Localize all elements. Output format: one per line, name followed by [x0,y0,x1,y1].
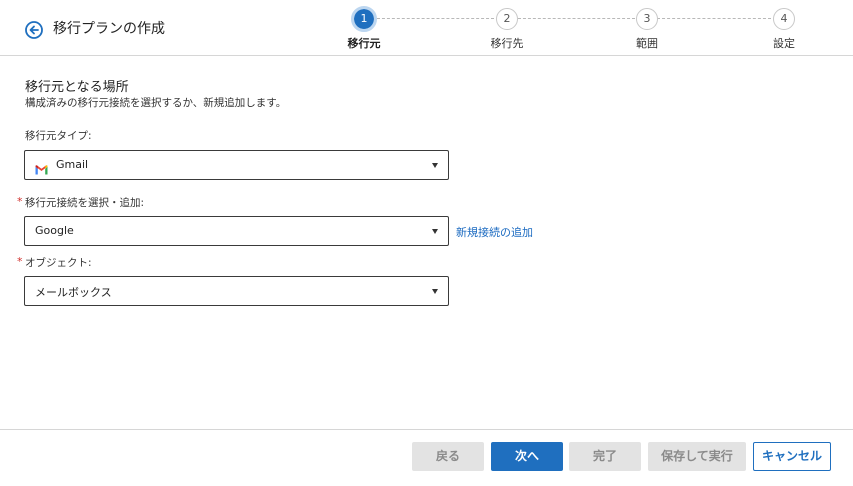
finish-button[interactable]: 完了 [569,442,641,471]
next-button[interactable]: 次へ [491,442,563,471]
source-type-value: Gmail [56,158,89,171]
step-1-circle: 1 [351,6,377,32]
section-title: 移行元となる場所 [25,80,129,95]
object-select[interactable]: メールボックス [24,276,449,306]
connection-value: Google [35,224,74,237]
object-value: メールボックス [35,286,112,299]
dropdown-caret-icon [432,229,438,234]
save-and-run-button[interactable]: 保存して実行 [648,442,746,471]
step-3-circle: 3 [636,8,658,30]
step-3-label: 範囲 [636,37,658,50]
add-connection-link[interactable]: 新規接続の追加 [456,224,533,240]
step-connector [518,18,635,19]
header-bar: 移行プランの作成 1 2 3 4 移行元 移行先 範囲 設定 [0,0,853,56]
dropdown-caret-icon [432,163,438,168]
source-type-select[interactable]: Gmail [24,150,449,180]
step-connector [377,18,494,19]
cancel-button[interactable]: キャンセル [753,442,831,471]
step-1-label: 移行元 [347,37,381,50]
step-2-label: 移行先 [490,37,524,50]
required-marker: * [17,195,23,208]
connection-label: 移行元接続を選択・追加: [25,197,145,209]
source-type-label: 移行元タイプ: [25,130,92,142]
connection-select[interactable]: Google [24,216,449,246]
object-label: オブジェクト: [25,257,92,269]
step-4-label: 設定 [773,37,795,50]
step-connector [657,18,771,19]
step-2-circle: 2 [496,8,518,30]
stepper: 1 2 3 4 移行元 移行先 範囲 設定 [0,0,853,56]
dropdown-caret-icon [432,289,438,294]
section-description: 構成済みの移行元接続を選択するか、新規追加します。 [25,97,287,109]
required-marker: * [17,255,23,268]
gmail-icon [35,160,48,175]
footer-divider [0,429,853,430]
back-button[interactable]: 戻る [412,442,484,471]
step-4-circle: 4 [773,8,795,30]
